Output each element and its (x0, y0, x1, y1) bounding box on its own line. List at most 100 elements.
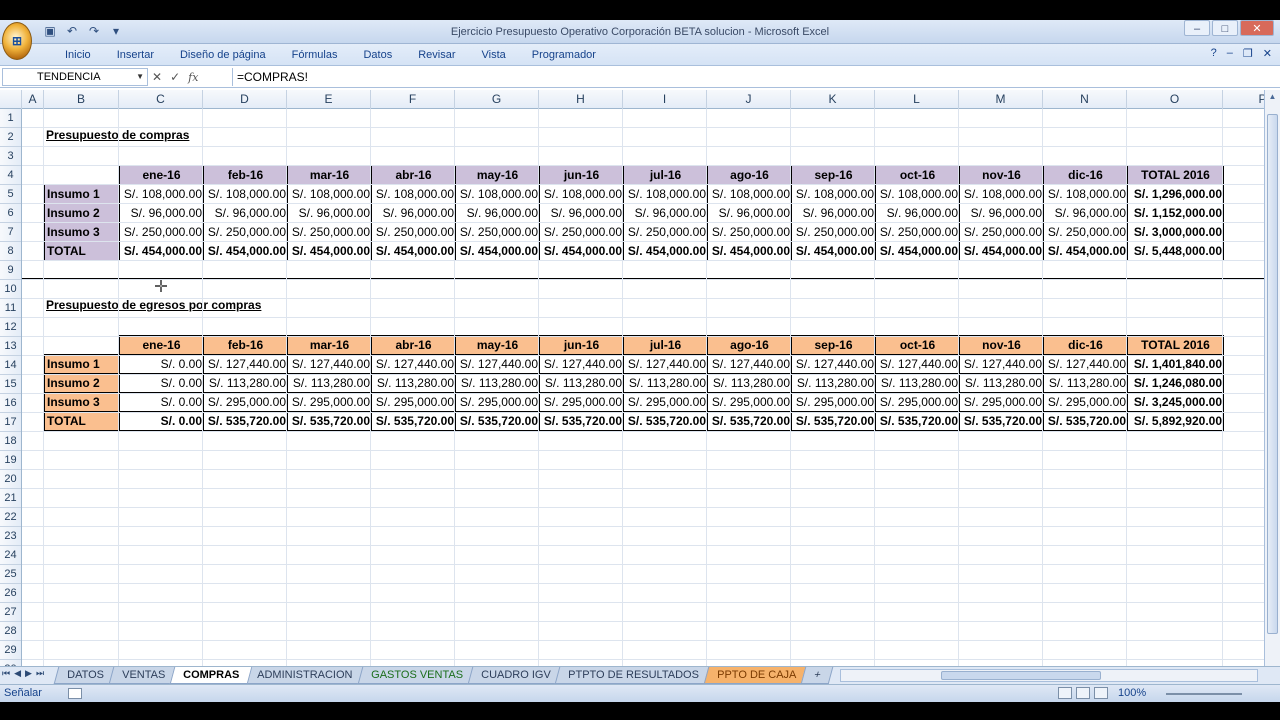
page-layout-view-icon[interactable] (1076, 687, 1090, 699)
value-cell[interactable]: S/. 127,440.00 (203, 354, 288, 374)
value-cell[interactable]: S/. 295,000.00 (623, 392, 708, 412)
value-cell[interactable]: S/. 113,280.00 (791, 373, 876, 393)
value-cell[interactable]: S/. 96,000.00 (287, 203, 372, 223)
column-header[interactable]: A (22, 90, 44, 109)
row-header[interactable]: 1 (0, 109, 21, 128)
value-cell[interactable]: S/. 535,720.00 (623, 411, 708, 431)
row-header[interactable]: 21 (0, 489, 21, 508)
column-header[interactable]: P (1223, 90, 1264, 109)
month-header-cell[interactable]: dic-16 (1043, 335, 1128, 355)
column-header[interactable]: J (707, 90, 791, 109)
value-cell[interactable]: S/. 295,000.00 (539, 392, 624, 412)
page-break-view-icon[interactable] (1094, 687, 1108, 699)
value-cell[interactable]: S/. 96,000.00 (707, 203, 792, 223)
month-header-cell[interactable]: mar-16 (287, 165, 372, 185)
value-cell[interactable]: S/. 250,000.00 (119, 222, 204, 242)
zoom-slider[interactable] (1154, 688, 1254, 700)
value-cell[interactable]: S/. 3,000,000.00 (1127, 222, 1224, 242)
value-cell[interactable]: S/. 108,000.00 (623, 184, 708, 204)
month-header-cell[interactable]: oct-16 (875, 165, 960, 185)
value-cell[interactable]: S/. 454,000.00 (371, 241, 456, 261)
value-cell[interactable]: S/. 250,000.00 (455, 222, 540, 242)
row-header[interactable]: 25 (0, 565, 21, 584)
value-cell[interactable]: S/. 0.00 (119, 373, 204, 393)
value-cell[interactable]: S/. 0.00 (119, 411, 204, 431)
sheet-tab[interactable]: PPTO DE CAJA (703, 667, 810, 684)
value-cell[interactable]: S/. 295,000.00 (791, 392, 876, 412)
value-cell[interactable]: S/. 127,440.00 (539, 354, 624, 374)
value-cell[interactable]: S/. 127,440.00 (791, 354, 876, 374)
value-cell[interactable]: S/. 250,000.00 (707, 222, 792, 242)
value-cell[interactable]: S/. 295,000.00 (959, 392, 1044, 412)
row-header[interactable]: 5 (0, 185, 21, 204)
value-cell[interactable]: S/. 113,280.00 (203, 373, 288, 393)
value-cell[interactable]: S/. 250,000.00 (623, 222, 708, 242)
value-cell[interactable]: S/. 295,000.00 (1043, 392, 1128, 412)
sheet-tab[interactable]: ADMINISTRACION (244, 667, 366, 684)
column-header[interactable]: G (455, 90, 539, 109)
value-cell[interactable]: S/. 535,720.00 (455, 411, 540, 431)
horizontal-scrollbar[interactable] (840, 669, 1258, 682)
value-cell[interactable]: S/. 535,720.00 (371, 411, 456, 431)
value-cell[interactable]: S/. 535,720.00 (1043, 411, 1128, 431)
column-header[interactable]: F (371, 90, 455, 109)
insert-sheet-icon[interactable]: + (801, 667, 835, 684)
row-label-cell[interactable]: TOTAL (44, 411, 120, 431)
value-cell[interactable]: S/. 250,000.00 (959, 222, 1044, 242)
value-cell[interactable]: S/. 454,000.00 (623, 241, 708, 261)
value-cell[interactable]: S/. 454,000.00 (875, 241, 960, 261)
column-header[interactable]: I (623, 90, 707, 109)
value-cell[interactable]: S/. 108,000.00 (875, 184, 960, 204)
close-button[interactable]: ✕ (1240, 20, 1274, 36)
insert-function-icon[interactable]: fx (188, 71, 198, 84)
row-header[interactable]: 22 (0, 508, 21, 527)
value-cell[interactable]: S/. 127,440.00 (455, 354, 540, 374)
ribbon-tab[interactable]: Datos (350, 49, 405, 61)
value-cell[interactable]: S/. 113,280.00 (623, 373, 708, 393)
first-sheet-icon[interactable]: ⏮ (2, 668, 10, 679)
workbook-close-button[interactable]: ✕ (1263, 47, 1272, 60)
value-cell[interactable]: S/. 96,000.00 (959, 203, 1044, 223)
value-cell[interactable]: S/. 113,280.00 (455, 373, 540, 393)
ribbon-tab[interactable]: Revisar (405, 49, 468, 61)
value-cell[interactable]: S/. 295,000.00 (875, 392, 960, 412)
ribbon-tab[interactable]: Programador (519, 49, 609, 61)
help-icon[interactable]: ? (1211, 47, 1217, 60)
name-box[interactable]: TENDENCIA ▼ (2, 68, 148, 86)
row-header[interactable]: 26 (0, 584, 21, 603)
value-cell[interactable]: S/. 108,000.00 (287, 184, 372, 204)
row-header[interactable]: 4 (0, 166, 21, 185)
month-header-cell[interactable]: nov-16 (959, 165, 1044, 185)
value-cell[interactable]: S/. 96,000.00 (791, 203, 876, 223)
month-header-cell[interactable]: may-16 (455, 335, 540, 355)
macro-record-icon[interactable] (68, 688, 82, 699)
value-cell[interactable]: S/. 250,000.00 (203, 222, 288, 242)
value-cell[interactable]: S/. 113,280.00 (875, 373, 960, 393)
row-label-cell[interactable]: Insumo 1 (44, 354, 120, 374)
value-cell[interactable]: S/. 127,440.00 (623, 354, 708, 374)
value-cell[interactable]: S/. 113,280.00 (707, 373, 792, 393)
value-cell[interactable]: S/. 0.00 (119, 354, 204, 374)
month-header-cell[interactable]: nov-16 (959, 335, 1044, 355)
workbook-minimize-button[interactable]: – (1227, 47, 1233, 60)
value-cell[interactable]: S/. 108,000.00 (539, 184, 624, 204)
value-cell[interactable]: S/. 454,000.00 (203, 241, 288, 261)
formula-input[interactable]: =COMPRAS! (232, 68, 1264, 86)
month-header-cell[interactable]: TOTAL 2016 (1127, 165, 1224, 185)
value-cell[interactable]: S/. 250,000.00 (875, 222, 960, 242)
value-cell[interactable]: S/. 113,280.00 (1043, 373, 1128, 393)
value-cell[interactable]: S/. 1,246,080.00 (1127, 373, 1224, 393)
month-header-cell[interactable]: feb-16 (203, 335, 288, 355)
value-cell[interactable]: S/. 127,440.00 (287, 354, 372, 374)
column-header[interactable]: O (1127, 90, 1223, 109)
value-cell[interactable]: S/. 250,000.00 (539, 222, 624, 242)
value-cell[interactable]: S/. 108,000.00 (791, 184, 876, 204)
column-header[interactable]: K (791, 90, 875, 109)
row-header[interactable]: 13 (0, 337, 21, 356)
month-header-cell[interactable]: ene-16 (119, 165, 204, 185)
row-header[interactable]: 9 (0, 261, 21, 280)
month-header-cell[interactable]: ene-16 (119, 335, 204, 355)
column-header[interactable]: N (1043, 90, 1127, 109)
row-label-cell[interactable]: Insumo 2 (44, 203, 120, 223)
row-header[interactable]: 10 (0, 280, 21, 299)
